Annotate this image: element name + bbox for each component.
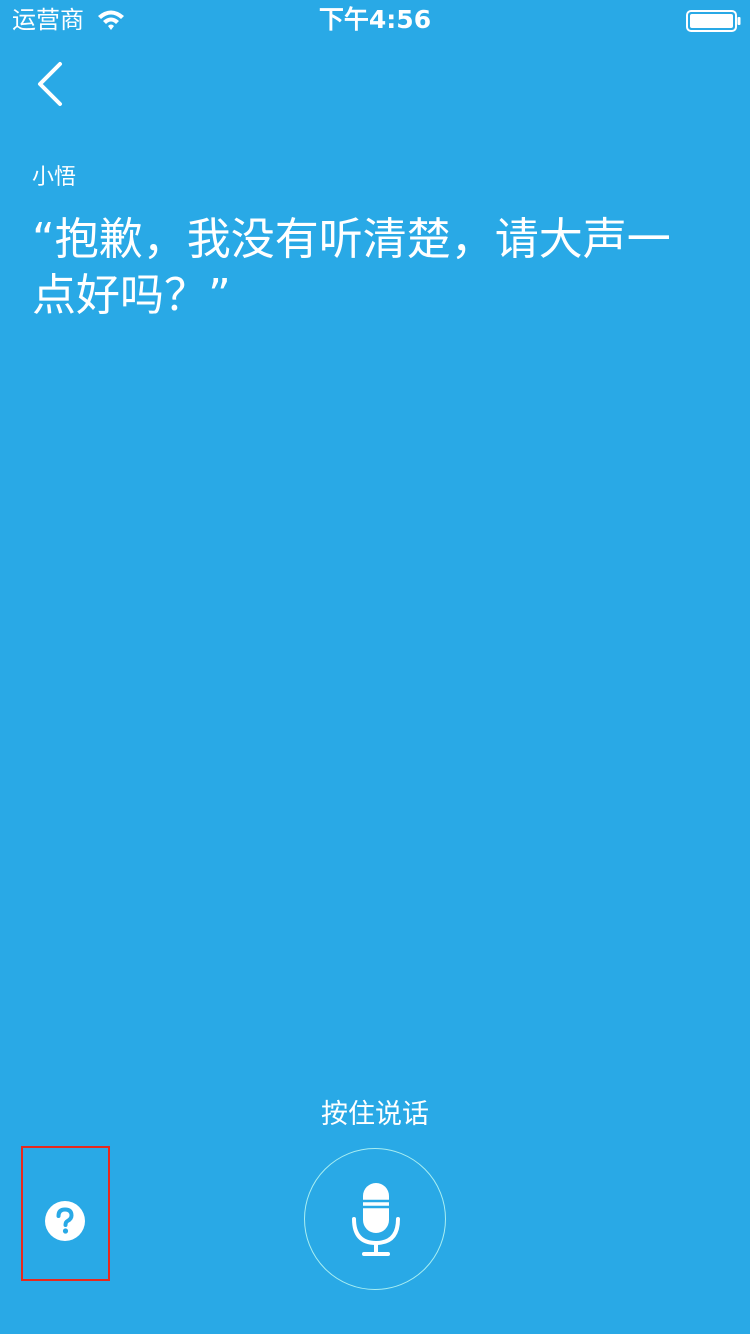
question-mark-icon	[45, 1201, 85, 1241]
battery-icon	[686, 10, 741, 32]
help-button[interactable]	[21, 1146, 110, 1281]
assistant-name: 小悟	[32, 165, 77, 190]
assistant-reply: “抱歉，我没有听清楚，请大声一点好吗？”	[32, 214, 671, 321]
hold-to-talk-label: 按住说话	[321, 1099, 429, 1130]
chevron-left-icon	[38, 62, 62, 106]
microphone-icon	[352, 1183, 400, 1256]
mic-button[interactable]	[304, 1148, 446, 1290]
status-bar: 运营商 下午4:56	[0, 0, 750, 40]
back-button[interactable]	[26, 58, 76, 112]
status-time: 下午4:56	[318, 5, 432, 34]
